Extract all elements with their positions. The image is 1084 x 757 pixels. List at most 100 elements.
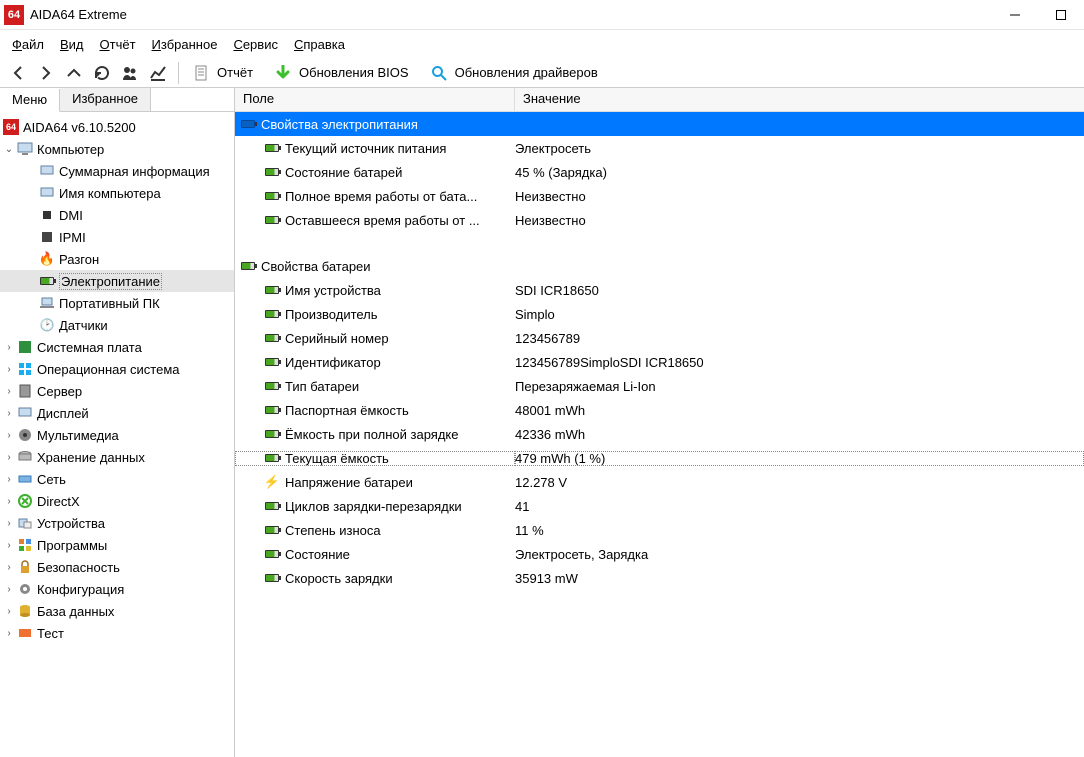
chart-icon xyxy=(149,64,167,82)
menu-help[interactable]: Справка xyxy=(286,33,353,56)
bolt-icon: ⚡ xyxy=(263,475,281,489)
tree-storage[interactable]: ›Хранение данных xyxy=(0,446,234,468)
data-row[interactable]: Идентификатор123456789SimploSDI ICR18650 xyxy=(235,350,1084,374)
collapse-icon[interactable]: ⌄ xyxy=(2,144,16,155)
tree-power[interactable]: Электропитание xyxy=(0,270,234,292)
data-row[interactable]: ПроизводительSimplo xyxy=(235,302,1084,326)
menu-favorites[interactable]: Избранное xyxy=(144,33,226,56)
data-row[interactable]: Паспортная ёмкость48001 mWh xyxy=(235,398,1084,422)
tree-root[interactable]: 64 AIDA64 v6.10.5200 xyxy=(0,116,234,138)
menu-view[interactable]: Вид xyxy=(52,33,92,56)
tree-overclock[interactable]: 🔥Разгон xyxy=(0,248,234,270)
expand-icon[interactable]: › xyxy=(2,584,16,595)
battery-icon xyxy=(263,141,281,155)
data-row[interactable]: Текущий источник питания Электросеть xyxy=(235,136,1084,160)
driver-update-action[interactable]: Обновления драйверов xyxy=(423,60,604,86)
content-body: Свойства электропитания Текущий источник… xyxy=(235,112,1084,757)
tree-config[interactable]: ›Конфигурация xyxy=(0,578,234,600)
tab-menu[interactable]: Меню xyxy=(0,89,60,112)
field-label: Полное время работы от бата... xyxy=(285,189,477,204)
expand-icon[interactable]: › xyxy=(2,386,16,397)
users-button[interactable] xyxy=(117,60,143,86)
maximize-button[interactable] xyxy=(1038,0,1084,30)
report-action[interactable]: Отчёт xyxy=(185,60,259,86)
data-row[interactable]: Тип батареиПерезаряжаемая Li-Ion xyxy=(235,374,1084,398)
column-field[interactable]: Поле xyxy=(235,88,515,111)
tree-network[interactable]: ›Сеть xyxy=(0,468,234,490)
expand-icon[interactable]: › xyxy=(2,452,16,463)
expand-icon[interactable]: › xyxy=(2,540,16,551)
tree-programs[interactable]: ›Программы xyxy=(0,534,234,556)
battery-icon xyxy=(263,165,281,179)
data-row[interactable]: Скорость зарядки35913 mW xyxy=(235,566,1084,590)
expand-icon[interactable]: › xyxy=(2,364,16,375)
window-title: AIDA64 Extreme xyxy=(30,7,992,22)
back-button[interactable] xyxy=(5,60,31,86)
expand-icon[interactable]: › xyxy=(2,518,16,529)
tree-directx[interactable]: ›DirectX xyxy=(0,490,234,512)
data-row[interactable]: Полное время работы от бата...Неизвестно xyxy=(235,184,1084,208)
minimize-button[interactable] xyxy=(992,0,1038,30)
tree-server[interactable]: ›Сервер xyxy=(0,380,234,402)
tree-test[interactable]: ›Тест xyxy=(0,622,234,644)
gauge-icon: 🕑 xyxy=(38,316,56,334)
tree-database[interactable]: ›База данных xyxy=(0,600,234,622)
expand-icon[interactable]: › xyxy=(2,342,16,353)
tab-favorites[interactable]: Избранное xyxy=(60,88,151,111)
menu-report[interactable]: Отчёт xyxy=(92,33,144,56)
field-label: Скорость зарядки xyxy=(285,571,393,586)
expand-icon[interactable]: › xyxy=(2,408,16,419)
bios-update-action[interactable]: Обновления BIOS xyxy=(267,60,415,86)
refresh-button[interactable] xyxy=(89,60,115,86)
group-battery-properties[interactable]: Свойства батареи xyxy=(235,254,1084,278)
battery-icon xyxy=(263,355,281,369)
tree-display[interactable]: ›Дисплей xyxy=(0,402,234,424)
tree-multimedia[interactable]: ›Мультимедиа xyxy=(0,424,234,446)
document-icon xyxy=(191,63,211,83)
forward-button[interactable] xyxy=(33,60,59,86)
tree-os[interactable]: ›Операционная система xyxy=(0,358,234,380)
group-power-properties[interactable]: Свойства электропитания xyxy=(235,112,1084,136)
expand-icon[interactable]: › xyxy=(2,474,16,485)
data-row[interactable]: ⚡Напряжение батареи12.278 V xyxy=(235,470,1084,494)
data-row[interactable]: СостояниеЭлектросеть, Зарядка xyxy=(235,542,1084,566)
monitor-icon xyxy=(38,184,56,202)
tree-summary[interactable]: Суммарная информация xyxy=(0,160,234,182)
column-value[interactable]: Значение xyxy=(515,88,589,111)
expand-icon[interactable]: › xyxy=(2,628,16,639)
field-value: Неизвестно xyxy=(515,213,1084,228)
expand-icon[interactable]: › xyxy=(2,562,16,573)
menu-file[interactable]: Файл xyxy=(4,33,52,56)
field-label: Тип батареи xyxy=(285,379,359,394)
expand-icon[interactable]: › xyxy=(2,606,16,617)
expand-icon[interactable]: › xyxy=(2,430,16,441)
tree-devices[interactable]: ›Устройства xyxy=(0,512,234,534)
data-row[interactable]: Ёмкость при полной зарядке42336 mWh xyxy=(235,422,1084,446)
tree-portable[interactable]: Портативный ПК xyxy=(0,292,234,314)
menu-service[interactable]: Сервис xyxy=(225,33,286,56)
tree-security[interactable]: ›Безопасность xyxy=(0,556,234,578)
tree-ipmi[interactable]: IPMI xyxy=(0,226,234,248)
server-rack-icon xyxy=(16,382,34,400)
tree-motherboard[interactable]: ›Системная плата xyxy=(0,336,234,358)
data-row[interactable]: Серийный номер123456789 xyxy=(235,326,1084,350)
network-icon xyxy=(16,470,34,488)
battery-icon xyxy=(263,523,281,537)
tree-sensors[interactable]: 🕑Датчики xyxy=(0,314,234,336)
battery-icon xyxy=(263,379,281,393)
data-row[interactable]: Состояние батарей45 % (Зарядка) xyxy=(235,160,1084,184)
data-row[interactable]: Циклов зарядки-перезарядки41 xyxy=(235,494,1084,518)
expand-icon[interactable]: › xyxy=(2,496,16,507)
data-row[interactable]: Степень износа11 % xyxy=(235,518,1084,542)
chart-button[interactable] xyxy=(145,60,171,86)
battery-icon xyxy=(263,403,281,417)
data-row[interactable]: Имя устройстваSDI ICR18650 xyxy=(235,278,1084,302)
tree-computer-name[interactable]: Имя компьютера xyxy=(0,182,234,204)
data-row[interactable]: Оставшееся время работы от ...Неизвестно xyxy=(235,208,1084,232)
field-label: Текущий источник питания xyxy=(285,141,446,156)
data-row[interactable]: Текущая ёмкость479 mWh (1 %) xyxy=(235,446,1084,470)
field-value: Электросеть xyxy=(515,141,1084,156)
up-button[interactable] xyxy=(61,60,87,86)
tree-dmi[interactable]: DMI xyxy=(0,204,234,226)
tree-computer[interactable]: ⌄ Компьютер xyxy=(0,138,234,160)
